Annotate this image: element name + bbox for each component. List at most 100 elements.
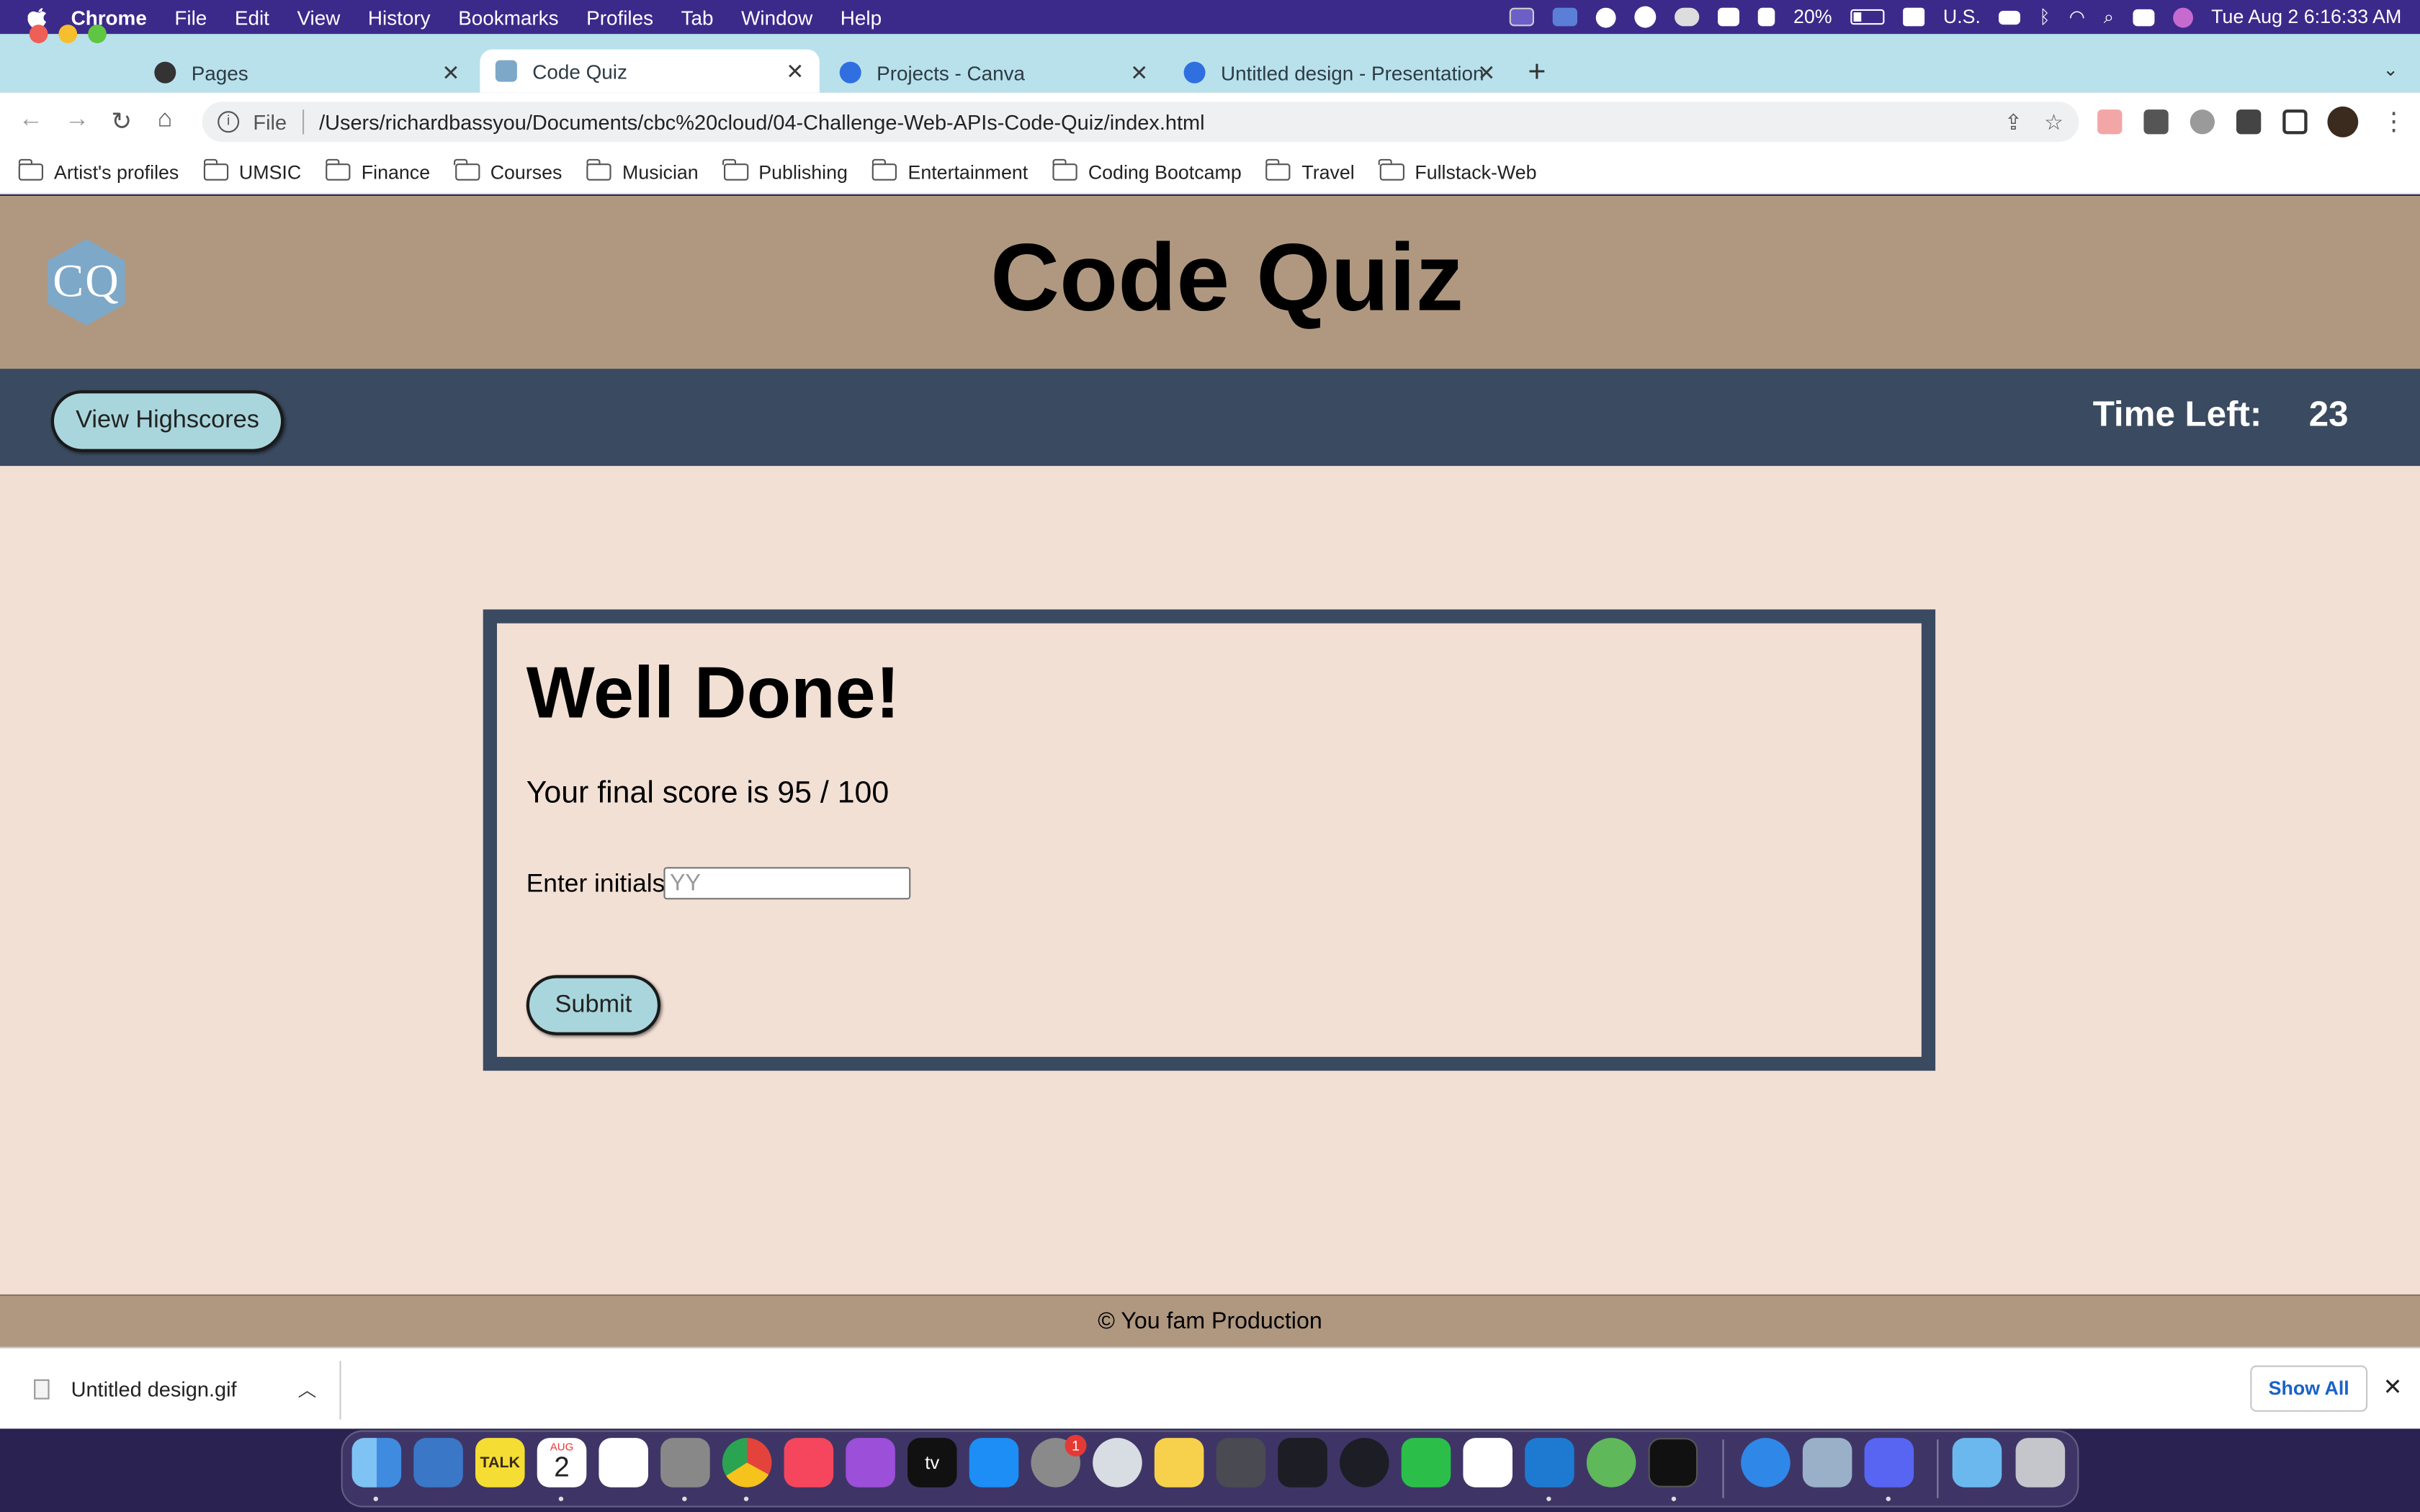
menu-file[interactable]: File bbox=[174, 6, 207, 29]
bookmark-folder[interactable]: Courses bbox=[454, 158, 562, 183]
close-tab-icon[interactable]: ✕ bbox=[1130, 60, 1148, 86]
extensions-puzzle-icon[interactable] bbox=[2236, 109, 2262, 135]
menu-profiles[interactable]: Profiles bbox=[586, 6, 653, 29]
menu-history[interactable]: History bbox=[368, 6, 431, 29]
status-app-icon-5[interactable] bbox=[1674, 7, 1700, 27]
profile-avatar[interactable] bbox=[2327, 106, 2359, 138]
battery-icon[interactable] bbox=[1850, 9, 1885, 25]
trash-icon[interactable] bbox=[2015, 1438, 2066, 1488]
menu-window[interactable]: Window bbox=[741, 6, 812, 29]
safari-icon[interactable] bbox=[1741, 1438, 1791, 1488]
menu-help[interactable]: Help bbox=[841, 6, 882, 29]
spotlight-search-icon[interactable]: ⌕ bbox=[2104, 6, 2114, 29]
status-app-icon-4[interactable] bbox=[1634, 6, 1657, 28]
bookmark-star-icon[interactable]: ☆ bbox=[2044, 109, 2063, 135]
close-tab-icon[interactable]: ✕ bbox=[442, 60, 460, 86]
bookmark-folder[interactable]: Coding Bootcamp bbox=[1052, 158, 1242, 183]
bookmark-folder[interactable]: Entertainment bbox=[871, 158, 1028, 183]
close-tab-icon[interactable]: ✕ bbox=[786, 58, 804, 84]
terminal-icon[interactable] bbox=[1648, 1438, 1698, 1488]
input-source-flag-icon[interactable] bbox=[1903, 7, 1925, 27]
preview-icon[interactable] bbox=[1802, 1438, 1852, 1488]
bluetooth-icon[interactable]: ᛒ bbox=[2039, 6, 2050, 28]
apple-tv-icon[interactable]: tv bbox=[908, 1438, 957, 1488]
submit-button[interactable]: Submit bbox=[526, 975, 661, 1035]
bookmark-folder[interactable]: Finance bbox=[325, 158, 430, 183]
facetime-icon[interactable] bbox=[1401, 1438, 1451, 1488]
finder-icon[interactable] bbox=[351, 1438, 402, 1488]
tab-code-quiz[interactable]: Code Quiz ✕ bbox=[480, 49, 820, 93]
calendar-icon[interactable]: AUG 2 bbox=[537, 1438, 587, 1488]
menu-tab[interactable]: Tab bbox=[681, 6, 714, 29]
show-all-button[interactable]: Show All bbox=[2250, 1365, 2368, 1412]
bookmark-folder[interactable]: Fullstack-Web bbox=[1379, 158, 1537, 183]
status-app-icon-1[interactable] bbox=[1509, 7, 1534, 27]
status-app-icon-6[interactable] bbox=[1717, 7, 1739, 27]
bookmark-folder[interactable]: Artist's profiles bbox=[17, 158, 179, 183]
podcasts-icon[interactable] bbox=[846, 1438, 895, 1488]
tab-untitled-design[interactable]: Untitled design - Presentation ✕ bbox=[1168, 53, 1511, 93]
share-icon[interactable]: ⇪ bbox=[2004, 109, 2022, 135]
side-panel-icon[interactable] bbox=[2282, 109, 2308, 135]
status-app-icon-7[interactable] bbox=[1757, 7, 1775, 27]
new-tab-plus-icon[interactable]: + bbox=[1528, 55, 1546, 91]
status-app-icon-3[interactable] bbox=[1595, 6, 1616, 27]
bookmark-label: Entertainment bbox=[908, 161, 1028, 183]
bed-icon[interactable] bbox=[1999, 9, 2021, 24]
control-center-icon[interactable] bbox=[2132, 8, 2154, 26]
uad-console-icon[interactable] bbox=[1340, 1438, 1389, 1488]
tab-projects-canva[interactable]: Projects - Canva ✕ bbox=[824, 53, 1163, 93]
siri-icon[interactable] bbox=[2172, 6, 2193, 27]
site-info-icon[interactable]: i bbox=[218, 111, 240, 133]
chrome-icon[interactable] bbox=[722, 1438, 772, 1488]
tab-pages[interactable]: Pages ✕ bbox=[139, 53, 475, 93]
music-notation-icon[interactable] bbox=[1216, 1438, 1266, 1488]
reload-icon[interactable]: ↻ bbox=[111, 107, 132, 138]
notion-icon[interactable] bbox=[413, 1438, 463, 1488]
download-file-name[interactable]: Untitled design.gif bbox=[71, 1378, 237, 1401]
reminders-icon[interactable] bbox=[599, 1438, 648, 1488]
app-store-icon[interactable] bbox=[969, 1438, 1019, 1488]
minimize-window-button[interactable] bbox=[58, 24, 78, 43]
menu-app-name[interactable]: Chrome bbox=[71, 6, 147, 29]
disk-utility-icon[interactable] bbox=[660, 1438, 710, 1488]
running-indicator bbox=[1886, 1496, 1891, 1501]
extension-icon-2[interactable] bbox=[2143, 109, 2169, 135]
extension-icon-3[interactable] bbox=[2190, 109, 2215, 135]
back-arrow-icon[interactable]: ← bbox=[19, 107, 43, 135]
address-bar[interactable]: i File /Users/richardbassyou/Documents/c… bbox=[202, 102, 2079, 143]
view-highscores-button[interactable]: View Highscores bbox=[50, 390, 284, 452]
music-icon[interactable] bbox=[784, 1438, 834, 1488]
chevron-up-icon[interactable]: ︿ bbox=[298, 1376, 317, 1402]
safari-blocker-icon[interactable] bbox=[1093, 1438, 1142, 1488]
bookmark-folder[interactable]: Musician bbox=[586, 158, 699, 183]
bookmark-folder[interactable]: Publishing bbox=[722, 158, 848, 183]
menu-bookmarks[interactable]: Bookmarks bbox=[458, 6, 558, 29]
extension-icon-1[interactable] bbox=[2097, 109, 2123, 135]
chrome-menu-icon[interactable]: ⋮ bbox=[2381, 107, 2406, 138]
menu-edit[interactable]: Edit bbox=[235, 6, 269, 29]
slack-icon[interactable] bbox=[1463, 1438, 1512, 1488]
bookmark-folder[interactable]: UMSIC bbox=[202, 158, 301, 183]
zoom-window-button[interactable] bbox=[88, 24, 107, 43]
menu-clock[interactable]: Tue Aug 2 6:16:33 AM bbox=[2211, 6, 2401, 28]
status-app-icon-2[interactable] bbox=[1552, 7, 1577, 27]
url-text[interactable]: /Users/richardbassyou/Documents/cbc%20cl… bbox=[319, 110, 1204, 133]
bookmark-folder[interactable]: Travel bbox=[1265, 158, 1355, 183]
close-icon[interactable]: ✕ bbox=[2383, 1373, 2403, 1400]
tab-search-chevron-icon[interactable]: ⌄ bbox=[2383, 58, 2398, 80]
home-icon[interactable]: ⌂ bbox=[158, 107, 173, 135]
close-window-button[interactable] bbox=[29, 24, 48, 43]
vscode-icon[interactable] bbox=[1525, 1438, 1574, 1488]
atom-icon[interactable] bbox=[1586, 1438, 1636, 1488]
menu-view[interactable]: View bbox=[297, 6, 340, 29]
discord-icon[interactable] bbox=[1864, 1438, 1914, 1488]
notes-icon[interactable] bbox=[1154, 1438, 1204, 1488]
mixer-app-icon[interactable] bbox=[1278, 1438, 1327, 1488]
wifi-icon[interactable]: ◠ bbox=[2069, 6, 2085, 28]
close-tab-icon[interactable]: ✕ bbox=[1477, 60, 1495, 86]
forward-arrow-icon[interactable]: → bbox=[65, 107, 89, 135]
initials-input[interactable] bbox=[663, 867, 911, 900]
kakaotalk-icon[interactable]: TALK bbox=[475, 1438, 525, 1488]
downloads-folder-icon[interactable] bbox=[1952, 1438, 2002, 1488]
